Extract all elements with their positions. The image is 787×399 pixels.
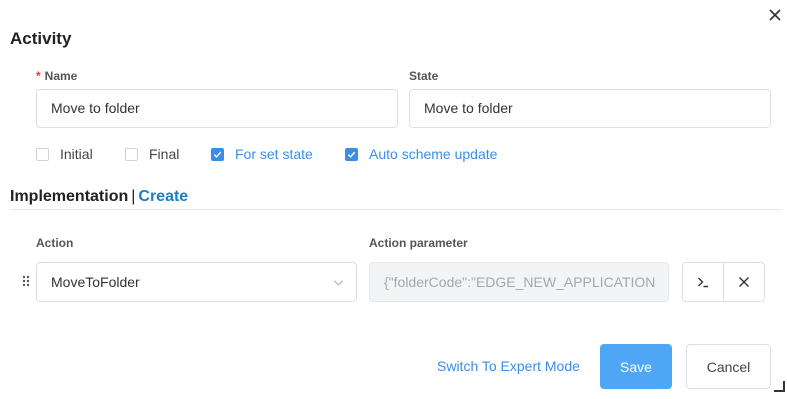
initial-checkbox-box[interactable] bbox=[36, 147, 49, 161]
terminal-icon bbox=[698, 277, 708, 288]
final-checkbox-box[interactable] bbox=[125, 147, 138, 161]
close-icon bbox=[769, 9, 781, 21]
for-set-state-checkbox-label: For set state bbox=[235, 146, 313, 162]
remove-action-button[interactable] bbox=[723, 263, 764, 301]
dialog-title: Activity bbox=[10, 29, 72, 48]
implementation-separator: | bbox=[131, 188, 136, 205]
implementation-title: Implementation bbox=[10, 188, 129, 205]
resize-grip-icon[interactable] bbox=[773, 380, 785, 392]
auto-scheme-update-checkbox-label: Auto scheme update bbox=[369, 146, 498, 162]
checkmark-icon bbox=[347, 151, 356, 158]
section-divider bbox=[10, 209, 781, 210]
final-checkbox[interactable]: Final bbox=[125, 146, 179, 162]
chevron-down-icon bbox=[333, 280, 344, 286]
switch-expert-mode-link[interactable]: Switch To Expert Mode bbox=[437, 358, 580, 374]
auto-scheme-update-checkbox-box[interactable] bbox=[345, 147, 358, 161]
final-checkbox-label: Final bbox=[149, 146, 180, 162]
checkmark-icon bbox=[213, 151, 222, 158]
action-label: Action bbox=[36, 236, 74, 250]
cancel-button[interactable]: Cancel bbox=[686, 344, 771, 389]
create-link[interactable]: Create bbox=[138, 188, 188, 205]
name-label: * Name bbox=[36, 69, 77, 83]
close-button[interactable] bbox=[764, 4, 786, 26]
name-label-text: Name bbox=[44, 69, 78, 83]
implementation-header: Implementation | Create bbox=[10, 188, 188, 206]
save-button[interactable]: Save bbox=[600, 344, 672, 389]
close-icon bbox=[739, 277, 749, 287]
drag-handle-icon[interactable] bbox=[22, 275, 30, 287]
parameter-button-group bbox=[682, 262, 765, 302]
action-parameter-input: {"folderCode":"EDGE_NEW_APPLICATION bbox=[369, 262, 669, 302]
expression-editor-button[interactable] bbox=[683, 263, 723, 301]
state-input[interactable]: Move to folder bbox=[409, 89, 771, 128]
action-parameter-label: Action parameter bbox=[369, 236, 468, 250]
initial-checkbox-label: Initial bbox=[60, 146, 93, 162]
for-set-state-checkbox-box[interactable] bbox=[211, 147, 224, 161]
action-select[interactable]: MoveToFolder bbox=[36, 262, 357, 302]
initial-checkbox[interactable]: Initial bbox=[36, 146, 93, 162]
required-mark: * bbox=[36, 69, 41, 83]
action-select-value: MoveToFolder bbox=[51, 274, 140, 290]
state-label: State bbox=[409, 69, 439, 83]
auto-scheme-update-checkbox[interactable]: Auto scheme update bbox=[345, 146, 497, 162]
name-input[interactable]: Move to folder bbox=[36, 89, 398, 128]
for-set-state-checkbox[interactable]: For set state bbox=[211, 146, 313, 162]
activity-dialog: Activity * Name Move to folder State Move… bbox=[0, 0, 787, 399]
